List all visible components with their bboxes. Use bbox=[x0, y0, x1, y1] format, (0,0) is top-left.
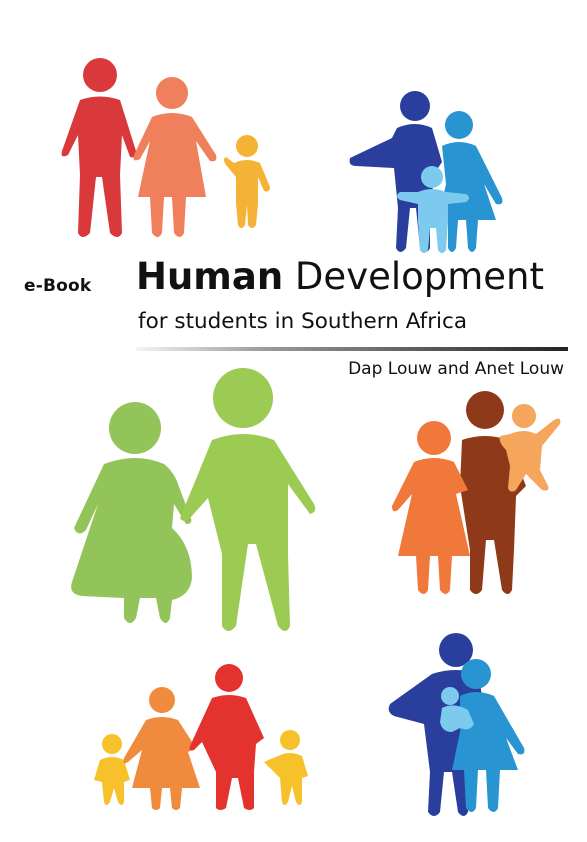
family-illustration-red-orange bbox=[40, 55, 280, 245]
family-illustration-warm-row bbox=[92, 662, 312, 812]
figure-child-yellow-left bbox=[94, 734, 130, 805]
figure-man-red-bright bbox=[189, 664, 264, 810]
book-cover: e-Book Human Development for students in… bbox=[0, 0, 587, 842]
book-title-rest: Development bbox=[283, 255, 545, 298]
figure-woman-salmon bbox=[133, 77, 217, 237]
family-illustration-blue bbox=[342, 88, 512, 258]
book-title: Human Development bbox=[136, 258, 544, 295]
family-illustration-orange-brown bbox=[390, 390, 570, 600]
book-subtitle-region: Southern Africa bbox=[301, 309, 468, 334]
figure-woman-orange-mid bbox=[123, 687, 200, 810]
figure-man-red bbox=[61, 58, 137, 237]
book-subtitle: for students in Southern Africa bbox=[138, 311, 467, 333]
couple-illustration-green bbox=[60, 368, 320, 643]
figure-woman-lightgreen bbox=[71, 402, 192, 623]
family-illustration-blue-baby bbox=[384, 632, 534, 822]
book-authors: Dap Louw and Anet Louw bbox=[348, 359, 564, 379]
figure-child-yellow-right bbox=[264, 730, 308, 805]
book-subtitle-prefix: for students in bbox=[138, 309, 302, 334]
figure-woman-sky bbox=[438, 111, 503, 252]
figure-woman-orange bbox=[392, 421, 470, 594]
figure-child-amber bbox=[224, 135, 270, 228]
figure-man-green bbox=[180, 368, 316, 631]
book-title-emphasis: Human bbox=[136, 255, 284, 298]
ebook-label: e-Book bbox=[24, 276, 92, 296]
title-divider bbox=[136, 347, 568, 351]
